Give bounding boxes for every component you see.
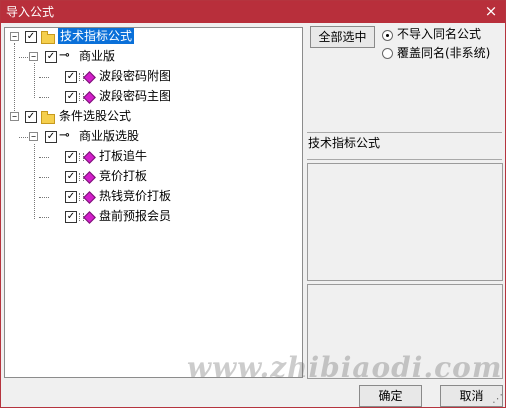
tree-node-bid-board[interactable]: ✓ 竞价打板: [5, 168, 301, 186]
title-bar: 导入公式 ×: [1, 1, 505, 23]
tree-node-label: 商业版选股: [79, 129, 140, 143]
select-all-button[interactable]: 全部选中: [310, 26, 375, 48]
formula-diamond-icon: [83, 211, 96, 224]
checkbox[interactable]: ✓: [45, 131, 57, 143]
resize-grip-icon[interactable]: ⋰: [491, 393, 503, 405]
expand-toggle-icon[interactable]: −: [10, 112, 19, 121]
window-title: 导入公式: [6, 5, 55, 19]
tree-node-commercial-edition[interactable]: − ✓ ⊸ 商业版: [5, 48, 301, 66]
tree-node-label: 盘前预报会员: [99, 209, 172, 223]
formula-diamond-icon: [83, 91, 96, 104]
formula-category-title: 技术指标公式: [307, 132, 502, 160]
tree-node-band-code-main[interactable]: ✓ 波段密码主图: [5, 88, 301, 106]
radio-label-overwrite-same-name: 覆盖同名(非系统): [397, 46, 491, 60]
tree-node-commercial-screening[interactable]: − ✓ ⊸ 商业版选股: [5, 128, 301, 146]
tree-node-label: 热钱竞价打板: [99, 189, 172, 203]
tree-node-label: 条件选股公式: [59, 109, 132, 123]
formula-description-panel: [307, 163, 503, 281]
formula-diamond-icon: [83, 171, 96, 184]
formula-tree[interactable]: − ✓ 技术指标公式 − ✓ ⊸ 商业版 ✓ 波段密码附图 ✓ 波段密码主图 −…: [4, 27, 303, 378]
tree-node-band-code-sub[interactable]: ✓ 波段密码附图: [5, 68, 301, 86]
site-watermark: www.zhibiaodi.com: [187, 351, 503, 384]
key-icon: ⊸: [59, 128, 70, 143]
key-icon: ⊸: [59, 48, 70, 63]
expand-toggle-icon[interactable]: −: [29, 132, 38, 141]
tree-node-label: 打板追牛: [99, 149, 148, 163]
radio-overwrite-same-name[interactable]: [382, 48, 393, 59]
formula-diamond-icon: [83, 191, 96, 204]
tree-node-technical-indicators[interactable]: − ✓ 技术指标公式: [5, 28, 301, 46]
folder-icon: [41, 31, 55, 44]
tree-node-label: 竞价打板: [99, 169, 148, 183]
formula-diamond-icon: [83, 151, 96, 164]
expand-toggle-icon[interactable]: −: [29, 52, 38, 61]
checkbox[interactable]: ✓: [25, 31, 37, 43]
close-icon[interactable]: ×: [483, 2, 499, 20]
radio-skip-same-name[interactable]: [382, 30, 393, 41]
checkbox[interactable]: ✓: [65, 91, 77, 103]
tree-node-hot-money-bid[interactable]: ✓ 热钱竞价打板: [5, 188, 301, 206]
checkbox[interactable]: ✓: [65, 211, 77, 223]
tree-node-label: 波段密码附图: [99, 69, 172, 83]
tree-node-label: 技术指标公式: [58, 28, 135, 44]
checkbox[interactable]: ✓: [25, 111, 37, 123]
checkbox[interactable]: ✓: [65, 71, 77, 83]
tree-node-label: 商业版: [79, 49, 116, 63]
tree-node-label: 波段密码主图: [99, 89, 172, 103]
checkbox[interactable]: ✓: [65, 151, 77, 163]
radio-label-skip-same-name: 不导入同名公式: [397, 27, 482, 41]
expand-toggle-icon[interactable]: −: [10, 32, 19, 41]
tree-node-stock-screening[interactable]: − ✓ 条件选股公式: [5, 108, 301, 126]
tree-node-premarket-member[interactable]: ✓ 盘前预报会员: [5, 208, 301, 226]
checkbox[interactable]: ✓: [65, 191, 77, 203]
folder-icon: [41, 111, 55, 124]
ok-button[interactable]: 确定: [359, 385, 422, 407]
checkbox[interactable]: ✓: [65, 171, 77, 183]
formula-diamond-icon: [83, 71, 96, 84]
tree-node-board-bull[interactable]: ✓ 打板追牛: [5, 148, 301, 166]
checkbox[interactable]: ✓: [45, 51, 57, 63]
import-formula-dialog: 导入公式 × − ✓ 技术指标公式 − ✓ ⊸ 商业版 ✓ 波段密码附图 ✓ 波…: [0, 0, 506, 408]
